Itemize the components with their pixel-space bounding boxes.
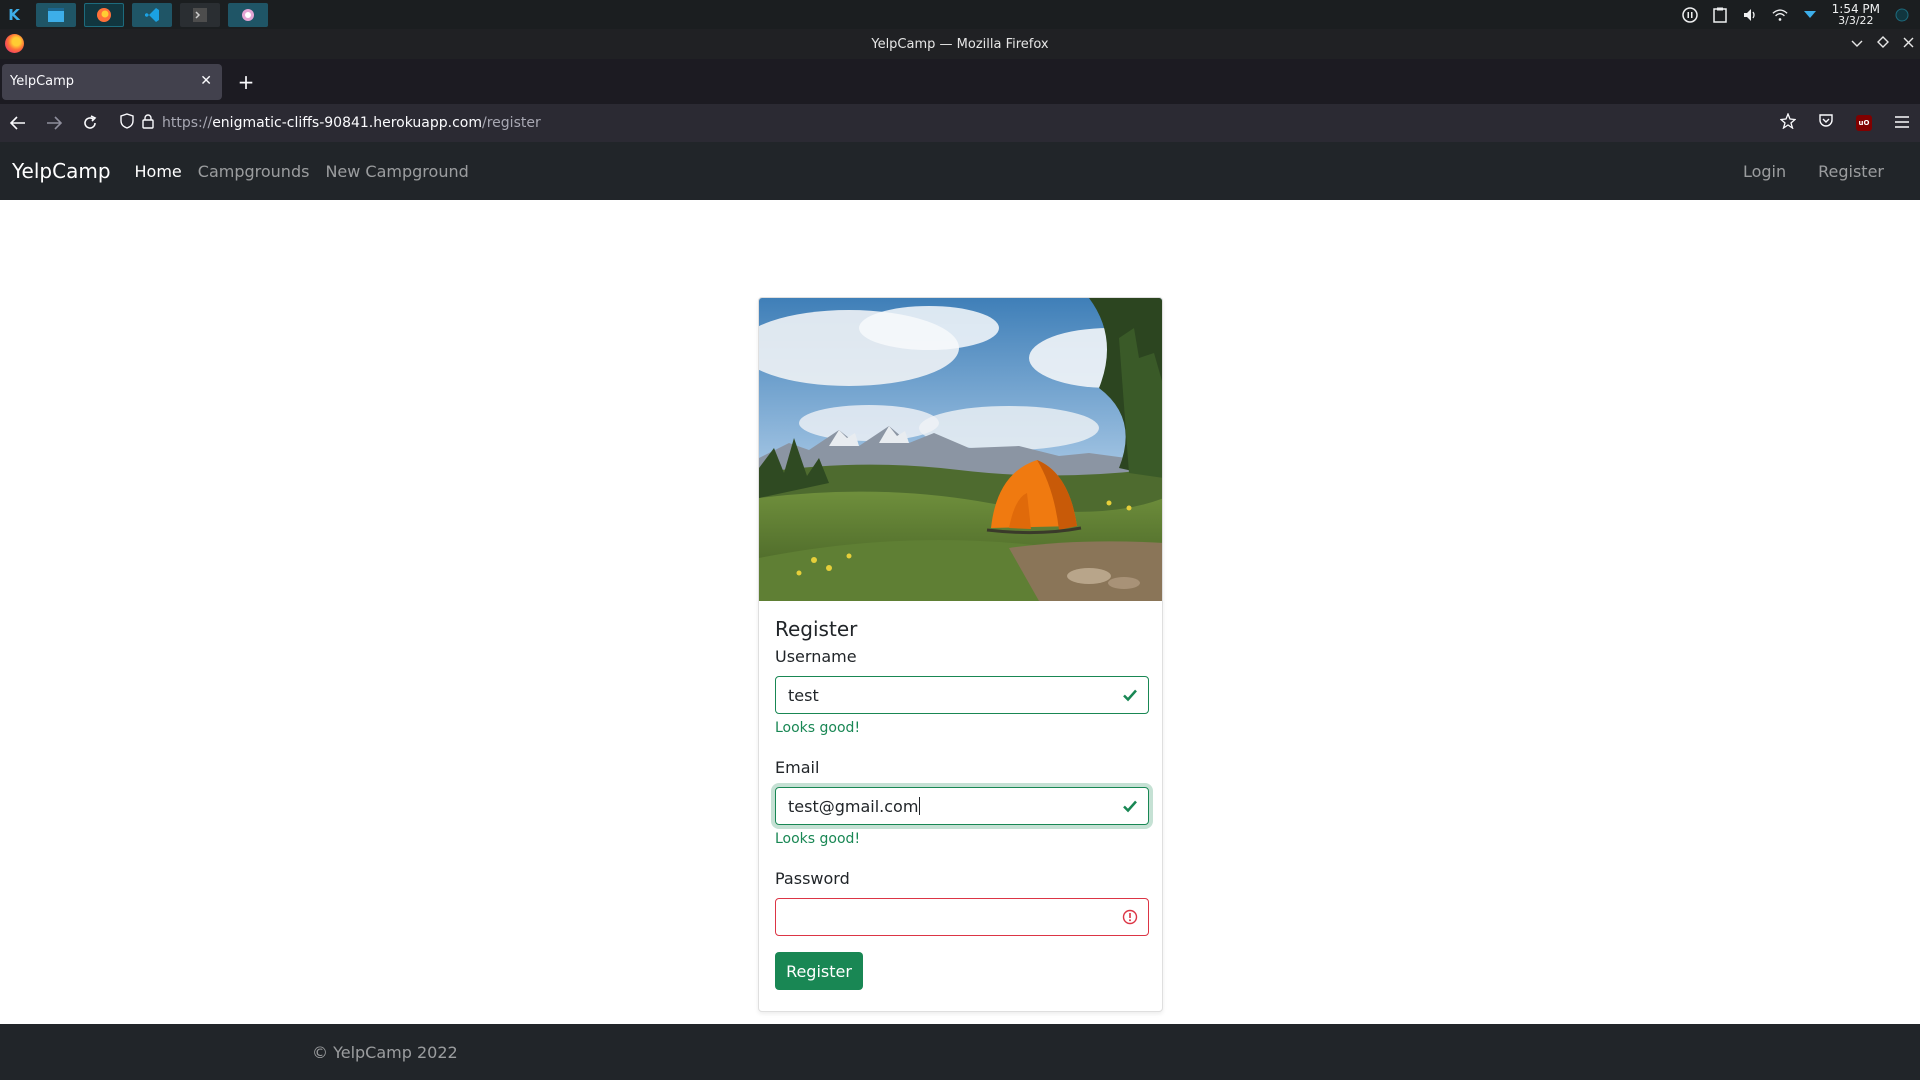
username-feedback: Looks good!	[775, 720, 861, 736]
password-input[interactable]	[775, 898, 1149, 936]
url-scheme: https://	[162, 115, 213, 131]
email-value: test@gmail.com	[788, 796, 919, 816]
clock[interactable]: 1:54 PM 3/3/22	[1832, 3, 1880, 27]
os-taskbar: K 1:54 PM 3/3/22	[0, 0, 1920, 29]
valid-check-icon	[1123, 689, 1137, 702]
tab-title: YelpCamp	[10, 74, 75, 89]
system-tray: 1:54 PM 3/3/22	[1681, 0, 1920, 29]
email-label: Email	[775, 758, 820, 777]
maximize-icon[interactable]	[1877, 36, 1889, 52]
lock-icon[interactable]	[142, 113, 162, 133]
campground-image	[759, 298, 1162, 601]
ublock-icon[interactable]: uO	[1856, 115, 1872, 131]
tab-strip: YelpCamp ✕ +	[0, 59, 1920, 104]
clipboard-icon[interactable]	[1712, 7, 1728, 23]
nav-link-home[interactable]: Home	[135, 162, 182, 181]
username-input[interactable]: test	[775, 676, 1149, 714]
password-label: Password	[775, 869, 850, 888]
url-bar[interactable]: https://enigmatic-cliffs-90841.herokuapp…	[120, 107, 1820, 139]
pause-icon[interactable]	[1681, 6, 1698, 23]
dolphin-icon[interactable]	[36, 2, 76, 27]
new-tab-button[interactable]: +	[234, 70, 258, 94]
volume-icon[interactable]	[1742, 7, 1758, 23]
nav-link-login[interactable]: Login	[1743, 162, 1786, 181]
register-submit-button[interactable]: Register	[775, 952, 863, 990]
username-label: Username	[775, 647, 857, 666]
url-host: enigmatic-cliffs-90841.herokuapp.com	[212, 115, 483, 131]
clock-date: 3/3/22	[1838, 13, 1874, 27]
back-button[interactable]	[0, 107, 36, 139]
minimize-icon[interactable]	[1851, 37, 1863, 52]
terminal-icon[interactable]	[180, 2, 220, 27]
kde-launcher-icon[interactable]: K	[0, 0, 28, 29]
window-title: YelpCamp — Mozilla Firefox	[871, 36, 1049, 52]
tab-yelpcamp[interactable]: YelpCamp ✕	[2, 63, 222, 100]
app-icon[interactable]	[228, 2, 268, 27]
window-title-bar: YelpCamp — Mozilla Firefox	[0, 29, 1920, 59]
navigation-toolbar: https://enigmatic-cliffs-90841.herokuapp…	[0, 104, 1920, 142]
email-input[interactable]: test@gmail.com	[775, 787, 1149, 825]
close-window-icon[interactable]	[1903, 37, 1914, 52]
pocket-icon[interactable]	[1818, 113, 1834, 133]
bookmark-star-icon[interactable]	[1779, 112, 1797, 133]
vscode-icon[interactable]	[132, 2, 172, 27]
nav-link-campgrounds[interactable]: Campgrounds	[198, 162, 310, 181]
text-caret	[919, 797, 921, 815]
site-footer: © YelpCamp 2022	[0, 1024, 1920, 1080]
url-path: /register	[482, 115, 541, 131]
show-desktop-icon[interactable]	[1894, 7, 1910, 23]
nav-link-new-campground[interactable]: New Campground	[325, 162, 468, 181]
register-card: Register Username test Looks good! Email…	[758, 297, 1163, 1012]
tracking-protection-icon[interactable]	[120, 113, 138, 133]
valid-check-icon	[1123, 800, 1137, 813]
nav-link-register[interactable]: Register	[1818, 162, 1884, 181]
firefox-icon[interactable]	[84, 2, 124, 27]
close-tab-icon[interactable]: ✕	[200, 73, 212, 89]
menu-icon[interactable]	[1894, 114, 1910, 133]
firefox-logo-icon	[5, 34, 24, 53]
reload-button[interactable]	[72, 107, 108, 139]
invalid-alert-icon	[1122, 909, 1138, 925]
username-value: test	[788, 685, 819, 705]
form-title: Register	[775, 617, 858, 641]
email-feedback: Looks good!	[775, 831, 861, 847]
clock-time: 1:54 PM	[1831, 1, 1880, 16]
forward-button[interactable]	[36, 107, 72, 139]
navbar-brand[interactable]: YelpCamp	[12, 159, 111, 183]
tray-expand-icon[interactable]	[1802, 7, 1818, 23]
wifi-icon[interactable]	[1772, 7, 1788, 23]
site-navbar: YelpCamp Home Campgrounds New Campground…	[0, 142, 1920, 200]
footer-copyright: © YelpCamp 2022	[312, 1042, 458, 1062]
